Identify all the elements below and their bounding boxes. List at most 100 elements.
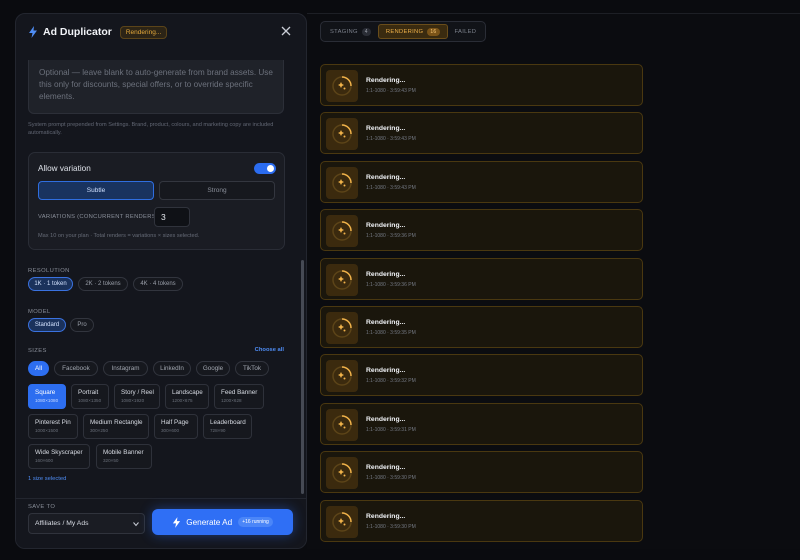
size-option-leaderboard[interactable]: Leaderboard 728×90 (203, 414, 252, 439)
queue-item-title: Rendering... (366, 416, 406, 423)
variation-strong-button[interactable]: Strong (159, 181, 275, 200)
panel-header: Ad Duplicator Rendering... (16, 14, 306, 50)
panel-footer: SAVE TO Affiliates / My Ads Generate Ad … (16, 498, 306, 548)
size-name: Square (35, 389, 56, 396)
model-label: MODEL (28, 309, 51, 315)
size-name: Portrait (78, 389, 99, 396)
sparkle-spinner-icon (332, 221, 352, 241)
size-option-story-reel[interactable]: Story / Reel 1080×1920 (114, 384, 160, 409)
sparkle-spinner-icon (332, 173, 352, 193)
queue-item-meta: 1:1-1080 · 3:59:43 PM (366, 88, 416, 94)
bolt-icon (29, 26, 37, 38)
queue-item[interactable]: Rendering... 1:1-1080 · 3:59:43 PM (320, 161, 643, 203)
resolution-label: RESOLUTION (28, 268, 70, 274)
panel-scroll-area[interactable]: Optional — leave blank to auto-generate … (16, 50, 306, 498)
variation-toggle[interactable] (254, 163, 276, 174)
concurrent-renders-label: VARIATIONS (CONCURRENT RENDERS) (38, 214, 159, 220)
size-name: Story / Reel (121, 389, 154, 396)
status-badge: Rendering... (119, 25, 168, 39)
size-tab-google[interactable]: Google (196, 361, 230, 376)
tab-label: RENDERING (385, 28, 424, 35)
queue-item-meta: 1:1-1080 · 3:59:31 PM (366, 427, 416, 433)
size-name: Leaderboard (210, 419, 246, 426)
size-name: Landscape (172, 389, 203, 396)
save-to-label: SAVE TO (28, 504, 56, 510)
sparkle-spinner-icon (332, 270, 352, 290)
resolution-option-2k[interactable]: 2K · 2 tokens (78, 277, 128, 291)
variation-card: Allow variation Subtle Strong VARIATIONS… (28, 152, 285, 250)
queue-item[interactable]: Rendering... 1:1-1080 · 3:59:36 PM (320, 209, 643, 251)
tab-label: STAGING (330, 28, 358, 35)
size-option-portrait[interactable]: Portrait 1080×1350 (71, 384, 109, 409)
variation-label: Allow variation (38, 164, 91, 173)
size-option-pinterest-pin[interactable]: Pinterest Pin 1000×1500 (28, 414, 78, 439)
generate-ad-button[interactable]: Generate Ad +16 running (152, 509, 293, 535)
render-thumbnail (326, 70, 358, 102)
concurrent-renders-input[interactable]: 3 (154, 207, 190, 227)
size-option-landscape[interactable]: Landscape 1200×675 (165, 384, 209, 409)
size-option-medium-rectangle[interactable]: Medium Rectangle 300×250 (83, 414, 149, 439)
queue-item-title: Rendering... (366, 367, 406, 374)
queue-item[interactable]: Rendering... 1:1-1080 · 3:59:30 PM (320, 500, 643, 542)
sparkle-spinner-icon (332, 512, 352, 532)
size-name: Feed Banner (221, 389, 258, 396)
queue-item[interactable]: Rendering... 1:1-1080 · 3:59:32 PM (320, 354, 643, 396)
chevron-down-icon (133, 522, 139, 527)
tab-count: 4 (361, 27, 371, 36)
size-option-square[interactable]: Square 1080×1080 (28, 384, 66, 409)
model-option-pro[interactable]: Pro (70, 318, 94, 332)
queue-item-title: Rendering... (366, 174, 406, 181)
model-option-standard[interactable]: Standard (28, 318, 66, 332)
tab-count: 16 (427, 27, 440, 36)
queue-item-title: Rendering... (366, 77, 406, 84)
queue-item-meta: 1:1-1080 · 3:59:30 PM (366, 475, 416, 481)
render-thumbnail (326, 264, 358, 296)
render-thumbnail (326, 457, 358, 489)
tab-rendering[interactable]: RENDERING 16 (377, 24, 448, 39)
sparkle-spinner-icon (332, 366, 352, 386)
bolt-icon (173, 516, 181, 528)
queue-item-title: Rendering... (366, 222, 406, 229)
resolution-option-4k[interactable]: 4K · 4 tokens (133, 277, 183, 291)
tab-label: FAILED (454, 28, 477, 35)
queue-item[interactable]: Rendering... 1:1-1080 · 3:59:30 PM (320, 451, 643, 493)
tab-failed[interactable]: FAILED (448, 24, 484, 39)
running-count-badge: +16 running (238, 517, 273, 527)
queue-item-meta: 1:1-1080 · 3:59:43 PM (366, 136, 416, 142)
panel-scrollbar[interactable] (301, 260, 304, 494)
size-name: Mobile Banner (103, 449, 144, 456)
queue-item-title: Rendering... (366, 125, 406, 132)
size-option-half-page[interactable]: Half Page 300×600 (154, 414, 198, 439)
variation-subtle-button[interactable]: Subtle (38, 181, 154, 200)
sparkle-spinner-icon (332, 318, 352, 338)
size-tab-facebook[interactable]: Facebook (54, 361, 98, 376)
queue-item[interactable]: Rendering... 1:1-1080 · 3:59:31 PM (320, 403, 643, 445)
close-icon[interactable] (280, 25, 292, 37)
queue-item-title: Rendering... (366, 513, 406, 520)
size-name: Wide Skyscraper (35, 449, 83, 456)
render-thumbnail (326, 360, 358, 392)
tab-staging[interactable]: STAGING 4 (323, 24, 378, 39)
sparkle-spinner-icon (332, 124, 352, 144)
custom-prompt-textarea[interactable]: Optional — leave blank to auto-generate … (28, 60, 284, 114)
size-tab-instagram[interactable]: Instagram (103, 361, 148, 376)
queue-item[interactable]: Rendering... 1:1-1080 · 3:59:35 PM (320, 306, 643, 348)
sparkle-spinner-icon (332, 463, 352, 483)
render-thumbnail (326, 118, 358, 150)
choose-all-link[interactable]: Choose all (255, 347, 284, 353)
sizes-label: SIZES (28, 348, 47, 354)
queue-item[interactable]: Rendering... 1:1-1080 · 3:59:43 PM (320, 112, 643, 154)
size-option-feed-banner[interactable]: Feed Banner 1200×628 (214, 384, 264, 409)
size-dims: 300×600 (161, 428, 180, 433)
ad-duplicator-panel: Ad Duplicator Rendering... Optional — le… (15, 13, 307, 549)
queue-item[interactable]: Rendering... 1:1-1080 · 3:59:43 PM (320, 64, 643, 106)
size-tab-tiktok[interactable]: TikTok (235, 361, 269, 376)
queue-item[interactable]: Rendering... 1:1-1080 · 3:59:36 PM (320, 258, 643, 300)
save-to-select[interactable]: Affiliates / My Ads (28, 513, 145, 534)
size-option-mobile-banner[interactable]: Mobile Banner 320×50 (96, 444, 152, 469)
resolution-option-1k[interactable]: 1K · 1 token (28, 277, 73, 291)
size-tab-linkedin[interactable]: LinkedIn (153, 361, 191, 376)
size-name: Pinterest Pin (35, 419, 71, 426)
size-tab-all[interactable]: All (28, 361, 49, 376)
size-option-wide-skyscraper[interactable]: Wide Skyscraper 160×600 (28, 444, 90, 469)
